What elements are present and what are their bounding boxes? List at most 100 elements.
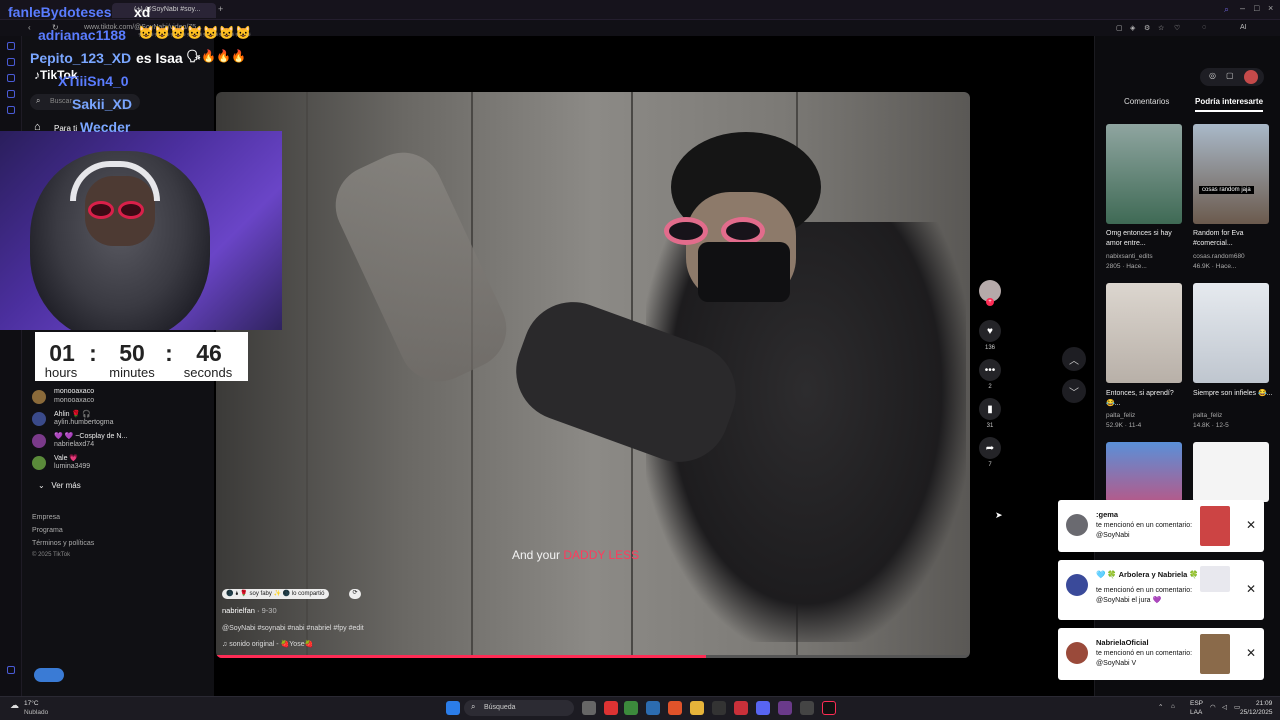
- tiktok-icon[interactable]: [822, 701, 836, 715]
- see-more-label: Ver más: [51, 481, 81, 490]
- tray-chevron-icon[interactable]: ⌃: [1158, 703, 1163, 711]
- capcut-icon[interactable]: [712, 701, 726, 715]
- related-video-thumb[interactable]: [1193, 442, 1269, 502]
- countdown-timer: 01 : 50 : 46 hours minutes seconds: [35, 332, 248, 381]
- network-icon[interactable]: ⌂: [1171, 703, 1175, 710]
- wifi-icon[interactable]: ◠: [1210, 703, 1216, 711]
- maximize-icon[interactable]: □: [1254, 3, 1259, 13]
- brave-icon[interactable]: [668, 701, 682, 715]
- video-subtitle: And your DADDY LESS: [512, 548, 639, 562]
- vscode-icon[interactable]: [646, 701, 660, 715]
- task-view-icon[interactable]: [582, 701, 596, 715]
- minimize-icon[interactable]: –: [1240, 3, 1245, 13]
- record-icon[interactable]: [734, 701, 748, 715]
- extension-icon[interactable]: ▢: [1116, 24, 1123, 32]
- video-hashtags[interactable]: @SoyNabi #soynabi #nabi #nabriel #fpy #e…: [222, 625, 364, 632]
- toggle-pill[interactable]: [34, 668, 64, 682]
- video-player[interactable]: And your DADDY LESS 🌑 🌢 🌹 soy faby ✨ 🌑 l…: [216, 92, 970, 658]
- follow-plus-icon[interactable]: +: [986, 298, 994, 306]
- app-icon[interactable]: [604, 701, 618, 715]
- ai-icon[interactable]: AI: [1240, 24, 1247, 31]
- chat-icon[interactable]: ◌: [1202, 24, 1206, 31]
- like-button[interactable]: ♥ 136: [978, 320, 1002, 351]
- close-icon[interactable]: ✕: [1246, 582, 1256, 596]
- close-icon[interactable]: ✕: [1246, 518, 1256, 532]
- sidebar-settings-icon[interactable]: [7, 666, 15, 674]
- browser-icon[interactable]: [778, 701, 792, 715]
- sidebar-bookmark-icon[interactable]: [7, 74, 15, 82]
- related-video-thumb[interactable]: [1193, 283, 1269, 383]
- related-video-title[interactable]: Omg entonces si hay amor entre...: [1106, 229, 1186, 249]
- volume-icon[interactable]: ◁: [1222, 703, 1227, 711]
- close-icon[interactable]: ✕: [1246, 646, 1256, 660]
- notification-thumb: [1200, 566, 1230, 592]
- obs-icon[interactable]: [800, 701, 814, 715]
- minecraft-icon[interactable]: [624, 701, 638, 715]
- webcam-overlay: [0, 131, 282, 330]
- tab-related[interactable]: Podría interesarte: [1195, 97, 1264, 112]
- video-progress-bar[interactable]: [216, 655, 970, 658]
- sidebar-home-icon[interactable]: [7, 42, 15, 50]
- back-icon[interactable]: ‹: [28, 23, 31, 32]
- related-video-thumb[interactable]: [1106, 283, 1182, 383]
- settings-icon[interactable]: ⚙: [1144, 24, 1150, 32]
- shield-icon[interactable]: ◈: [1130, 24, 1135, 32]
- chat-username: fanleBydoteses: [8, 4, 112, 20]
- video-sound[interactable]: ♫ sonido original - 🍓Yose🍓: [222, 640, 313, 648]
- discord-icon[interactable]: [756, 701, 770, 715]
- toolbar-icons: ▢ ◈ ⚙ ☆ ♡ ◌ AI: [1116, 24, 1256, 32]
- sidebar-download-icon[interactable]: [7, 106, 15, 114]
- shared-by-badge[interactable]: 🌑 🌢 🌹 soy faby ✨ 🌑 lo compartió: [222, 589, 329, 599]
- browser-tab-bar: (+) @SoyNabi #soy... + ⌕ – □ ×: [0, 0, 1280, 20]
- repost-icon[interactable]: ⟳: [349, 589, 361, 599]
- related-video-user[interactable]: nabixsanti_edits: [1106, 253, 1186, 260]
- related-video-thumb[interactable]: [1106, 442, 1182, 502]
- profile-avatar[interactable]: [1244, 70, 1258, 84]
- browser-tab[interactable]: (+) @SoyNabi #soy...: [112, 3, 216, 18]
- clock-time[interactable]: 21:09: [1256, 700, 1272, 707]
- related-video-user[interactable]: cosas.random680: [1193, 253, 1273, 260]
- tab-comments[interactable]: Comentarios: [1124, 97, 1169, 106]
- notification-title: :gema: [1096, 510, 1119, 519]
- save-button[interactable]: ▮ 31: [978, 398, 1002, 429]
- weather-icon: ☁: [10, 700, 19, 710]
- related-video-user[interactable]: palta_feliz: [1106, 412, 1186, 419]
- related-video-title[interactable]: Entonces, si aprendí? 😂...: [1106, 389, 1186, 409]
- prev-video-button[interactable]: ︿: [1062, 347, 1086, 371]
- video-author[interactable]: nabrielfan: [222, 606, 255, 615]
- related-video-user[interactable]: palta_feliz: [1193, 412, 1273, 419]
- bookmark-icon[interactable]: ☆: [1158, 24, 1164, 32]
- related-video-thumb[interactable]: [1106, 124, 1182, 224]
- gift-icon[interactable]: ▢: [1226, 71, 1234, 80]
- sidebar-chat-icon[interactable]: [7, 90, 15, 98]
- footer-link[interactable]: Términos y políticas: [32, 540, 94, 547]
- related-video-title[interactable]: Random for Eva #comercial...: [1193, 229, 1273, 249]
- notification-card[interactable]: :gema te mencionó en un comentario: @Soy…: [1058, 500, 1264, 552]
- settings-icon[interactable]: ◎: [1209, 71, 1216, 80]
- footer-link[interactable]: Programa: [32, 527, 63, 534]
- heart-glasses-left: [664, 217, 708, 245]
- sidebar-history-icon[interactable]: [7, 58, 15, 66]
- notification-card[interactable]: NabrielaOficial te mencionó en un coment…: [1058, 628, 1264, 680]
- file-explorer-icon[interactable]: [690, 701, 704, 715]
- close-icon[interactable]: ×: [1268, 3, 1273, 13]
- notification-card[interactable]: 🩵 🍀 Arbolera y Nabriela 🍀 💜 te mencionó …: [1058, 560, 1264, 620]
- comment-count: 2: [988, 384, 992, 390]
- related-video-title[interactable]: Siempre son infieles 😂...: [1193, 389, 1273, 399]
- search-icon[interactable]: ⌕: [1224, 4, 1229, 15]
- timer-seconds-label: seconds: [183, 365, 233, 380]
- heart-icon[interactable]: ♡: [1174, 24, 1180, 32]
- weather-temp[interactable]: 17°C: [24, 700, 39, 707]
- creator-avatar[interactable]: +: [978, 280, 1002, 306]
- language-indicator[interactable]: ESP: [1190, 700, 1203, 707]
- start-icon[interactable]: [446, 701, 460, 715]
- footer-link[interactable]: Empresa: [32, 514, 60, 521]
- related-video-thumb[interactable]: cosas random jaja: [1193, 124, 1269, 224]
- related-video-stats: 14.8K · 12-5: [1193, 422, 1229, 429]
- comment-button[interactable]: ••• 2: [978, 359, 1002, 390]
- see-more-button[interactable]: ⌄ Ver más: [38, 481, 81, 490]
- taskbar-search[interactable]: ⌕ Búsqueda: [464, 700, 574, 716]
- share-button[interactable]: ➦ 7: [978, 437, 1002, 468]
- next-video-button[interactable]: ﹀: [1062, 379, 1086, 403]
- new-tab-icon[interactable]: +: [218, 4, 223, 14]
